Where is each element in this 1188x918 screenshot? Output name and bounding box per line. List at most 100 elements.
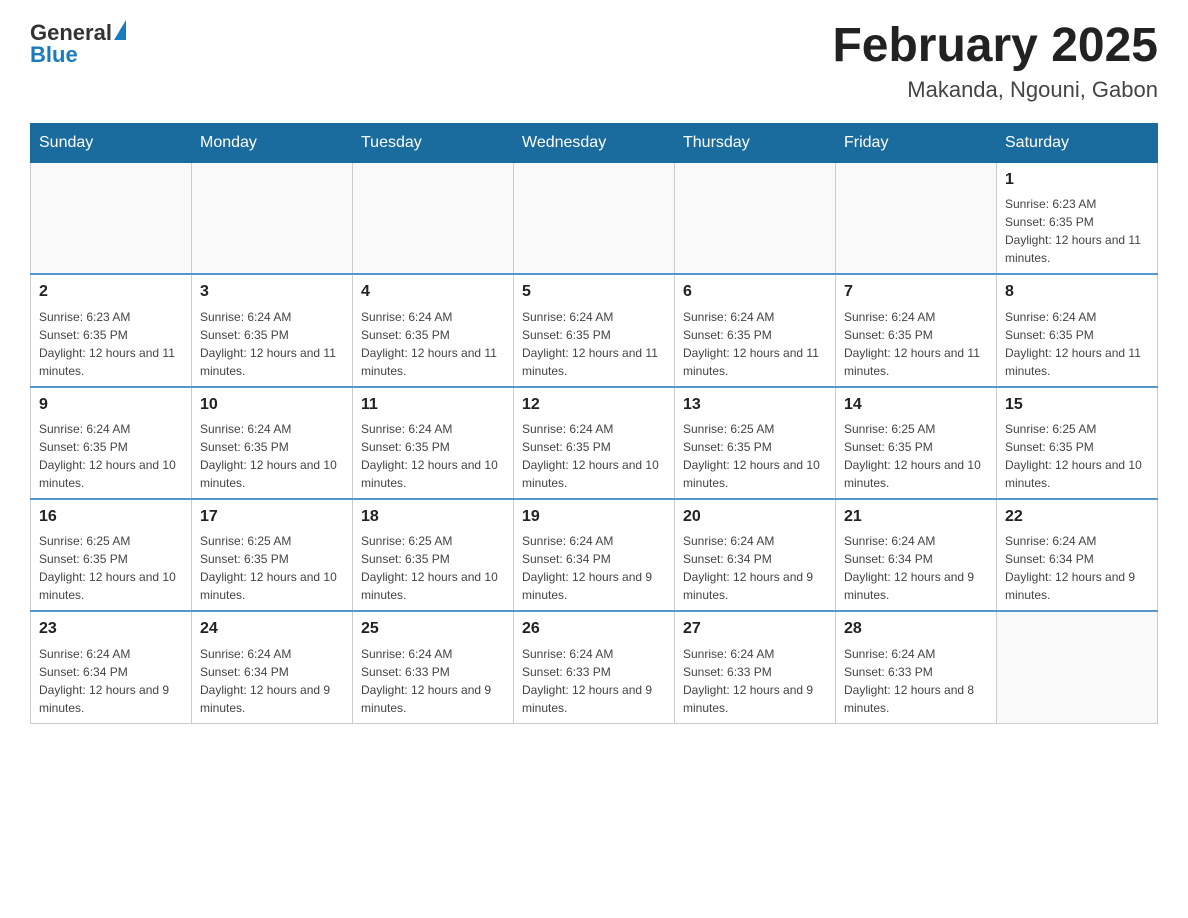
calendar-cell: 19Sunrise: 6:24 AM Sunset: 6:34 PM Dayli… [514,499,675,611]
day-info: Sunrise: 6:24 AM Sunset: 6:33 PM Dayligh… [522,645,666,717]
calendar-cell: 1Sunrise: 6:23 AM Sunset: 6:35 PM Daylig… [997,162,1158,274]
day-info: Sunrise: 6:23 AM Sunset: 6:35 PM Dayligh… [39,308,183,380]
calendar-cell: 15 Sunrise: 6:25 AM Sunset: 6:35 PM Dayli… [997,387,1158,499]
day-number: 4 [361,281,505,303]
logo: General Blue [30,20,126,68]
calendar-cell [353,162,514,274]
day-number: 19 [522,506,666,528]
day-info: Sunrise: 6:24 AM Sunset: 6:35 PM Dayligh… [844,308,988,380]
calendar-cell: 14 Sunrise: 6:25 AM Sunset: 6:35 PM Dayli… [836,387,997,499]
calendar-cell [192,162,353,274]
calendar-cell: 17 Sunrise: 6:25 AM Sunset: 6:35 PM Dayli… [192,499,353,611]
day-info: Sunrise: 6:25 AM Sunset: 6:35 PM Dayligh… [200,532,344,604]
calendar-cell [31,162,192,274]
day-info: Sunrise: 6:24 AM Sunset: 6:35 PM Dayligh… [683,308,827,380]
day-info: Sunrise: 6:25 AM Sunset: 6:35 PM Dayligh… [1005,420,1149,492]
day-info: Sunrise: 6:23 AM Sunset: 6:35 PM Dayligh… [1005,195,1149,267]
day-number: 11 [361,394,505,416]
calendar-cell: 26 Sunrise: 6:24 AM Sunset: 6:33 PM Dayli… [514,611,675,723]
day-info: Sunrise: 6:24 AM Sunset: 6:33 PM Dayligh… [361,645,505,717]
calendar-cell: 21 Sunrise: 6:24 AM Sunset: 6:34 PM Dayli… [836,499,997,611]
day-info: Sunrise: 6:24 AM Sunset: 6:34 PM Dayligh… [1005,532,1149,604]
day-number: 14 [844,394,988,416]
header-wednesday: Wednesday [514,123,675,162]
day-number: 2 [39,281,183,303]
week-row-2: 9 Sunrise: 6:24 AM Sunset: 6:35 PM Daylig… [31,387,1158,499]
day-info: Sunrise: 6:25 AM Sunset: 6:35 PM Dayligh… [683,420,827,492]
day-number: 17 [200,506,344,528]
calendar-cell: 6 Sunrise: 6:24 AM Sunset: 6:35 PM Daylig… [675,274,836,386]
day-number: 27 [683,618,827,640]
day-number: 3 [200,281,344,303]
day-number: 26 [522,618,666,640]
calendar-table: SundayMondayTuesdayWednesdayThursdayFrid… [30,123,1158,724]
day-number: 20 [683,506,827,528]
day-info: Sunrise: 6:24 AM Sunset: 6:34 PM Dayligh… [39,645,183,717]
day-info: Sunrise: 6:24 AM Sunset: 6:33 PM Dayligh… [683,645,827,717]
day-number: 5 [522,281,666,303]
day-number: 7 [844,281,988,303]
calendar-cell: 12 Sunrise: 6:24 AM Sunset: 6:35 PM Dayli… [514,387,675,499]
day-info: Sunrise: 6:24 AM Sunset: 6:33 PM Dayligh… [844,645,988,717]
calendar-cell: 7 Sunrise: 6:24 AM Sunset: 6:35 PM Daylig… [836,274,997,386]
day-number: 22 [1005,506,1149,528]
calendar-cell: 10 Sunrise: 6:24 AM Sunset: 6:35 PM Dayli… [192,387,353,499]
day-number: 13 [683,394,827,416]
calendar-subtitle: Makanda, Ngouni, Gabon [832,77,1158,103]
day-info: Sunrise: 6:24 AM Sunset: 6:35 PM Dayligh… [361,308,505,380]
calendar-cell: 24 Sunrise: 6:24 AM Sunset: 6:34 PM Dayli… [192,611,353,723]
calendar-cell: 23 Sunrise: 6:24 AM Sunset: 6:34 PM Dayli… [31,611,192,723]
logo-triangle-icon [114,20,126,40]
day-number: 21 [844,506,988,528]
calendar-cell [675,162,836,274]
calendar-cell: 28 Sunrise: 6:24 AM Sunset: 6:33 PM Dayli… [836,611,997,723]
day-number: 10 [200,394,344,416]
calendar-cell: 25 Sunrise: 6:24 AM Sunset: 6:33 PM Dayli… [353,611,514,723]
day-info: Sunrise: 6:25 AM Sunset: 6:35 PM Dayligh… [39,532,183,604]
day-info: Sunrise: 6:25 AM Sunset: 6:35 PM Dayligh… [361,532,505,604]
calendar-cell: 11 Sunrise: 6:24 AM Sunset: 6:35 PM Dayli… [353,387,514,499]
header-sunday: Sunday [31,123,192,162]
day-number: 12 [522,394,666,416]
calendar-cell: 18 Sunrise: 6:25 AM Sunset: 6:35 PM Dayli… [353,499,514,611]
day-number: 6 [683,281,827,303]
day-number: 15 [1005,394,1149,416]
calendar-cell: 13 Sunrise: 6:25 AM Sunset: 6:35 PM Dayli… [675,387,836,499]
day-info: Sunrise: 6:24 AM Sunset: 6:35 PM Dayligh… [200,308,344,380]
logo-blue: Blue [30,42,78,68]
week-row-1: 2 Sunrise: 6:23 AM Sunset: 6:35 PM Daylig… [31,274,1158,386]
week-row-0: 1Sunrise: 6:23 AM Sunset: 6:35 PM Daylig… [31,162,1158,274]
calendar-cell: 16 Sunrise: 6:25 AM Sunset: 6:35 PM Dayli… [31,499,192,611]
day-info: Sunrise: 6:25 AM Sunset: 6:35 PM Dayligh… [844,420,988,492]
day-number: 9 [39,394,183,416]
day-info: Sunrise: 6:24 AM Sunset: 6:34 PM Dayligh… [844,532,988,604]
calendar-cell: 20 Sunrise: 6:24 AM Sunset: 6:34 PM Dayli… [675,499,836,611]
day-number: 23 [39,618,183,640]
day-info: Sunrise: 6:24 AM Sunset: 6:35 PM Dayligh… [200,420,344,492]
day-number: 28 [844,618,988,640]
day-number: 24 [200,618,344,640]
day-info: Sunrise: 6:24 AM Sunset: 6:35 PM Dayligh… [361,420,505,492]
header-saturday: Saturday [997,123,1158,162]
calendar-cell: 27 Sunrise: 6:24 AM Sunset: 6:33 PM Dayli… [675,611,836,723]
day-info: Sunrise: 6:24 AM Sunset: 6:34 PM Dayligh… [200,645,344,717]
calendar-cell: 3 Sunrise: 6:24 AM Sunset: 6:35 PM Daylig… [192,274,353,386]
week-row-3: 16 Sunrise: 6:25 AM Sunset: 6:35 PM Dayli… [31,499,1158,611]
day-number: 16 [39,506,183,528]
day-info: Sunrise: 6:24 AM Sunset: 6:35 PM Dayligh… [522,420,666,492]
day-number: 8 [1005,281,1149,303]
week-row-4: 23 Sunrise: 6:24 AM Sunset: 6:34 PM Dayli… [31,611,1158,723]
day-number: 18 [361,506,505,528]
calendar-cell: 9Sunrise: 6:24 AM Sunset: 6:35 PM Daylig… [31,387,192,499]
header-row: SundayMondayTuesdayWednesdayThursdayFrid… [31,123,1158,162]
title-block: February 2025 Makanda, Ngouni, Gabon [832,20,1158,103]
header-tuesday: Tuesday [353,123,514,162]
day-info: Sunrise: 6:24 AM Sunset: 6:34 PM Dayligh… [683,532,827,604]
day-number: 25 [361,618,505,640]
calendar-cell: 22 Sunrise: 6:24 AM Sunset: 6:34 PM Dayli… [997,499,1158,611]
calendar-cell: 2 Sunrise: 6:23 AM Sunset: 6:35 PM Daylig… [31,274,192,386]
calendar-cell [836,162,997,274]
calendar-title: February 2025 [832,20,1158,73]
calendar-cell: 4 Sunrise: 6:24 AM Sunset: 6:35 PM Daylig… [353,274,514,386]
calendar-cell: 8Sunrise: 6:24 AM Sunset: 6:35 PM Daylig… [997,274,1158,386]
